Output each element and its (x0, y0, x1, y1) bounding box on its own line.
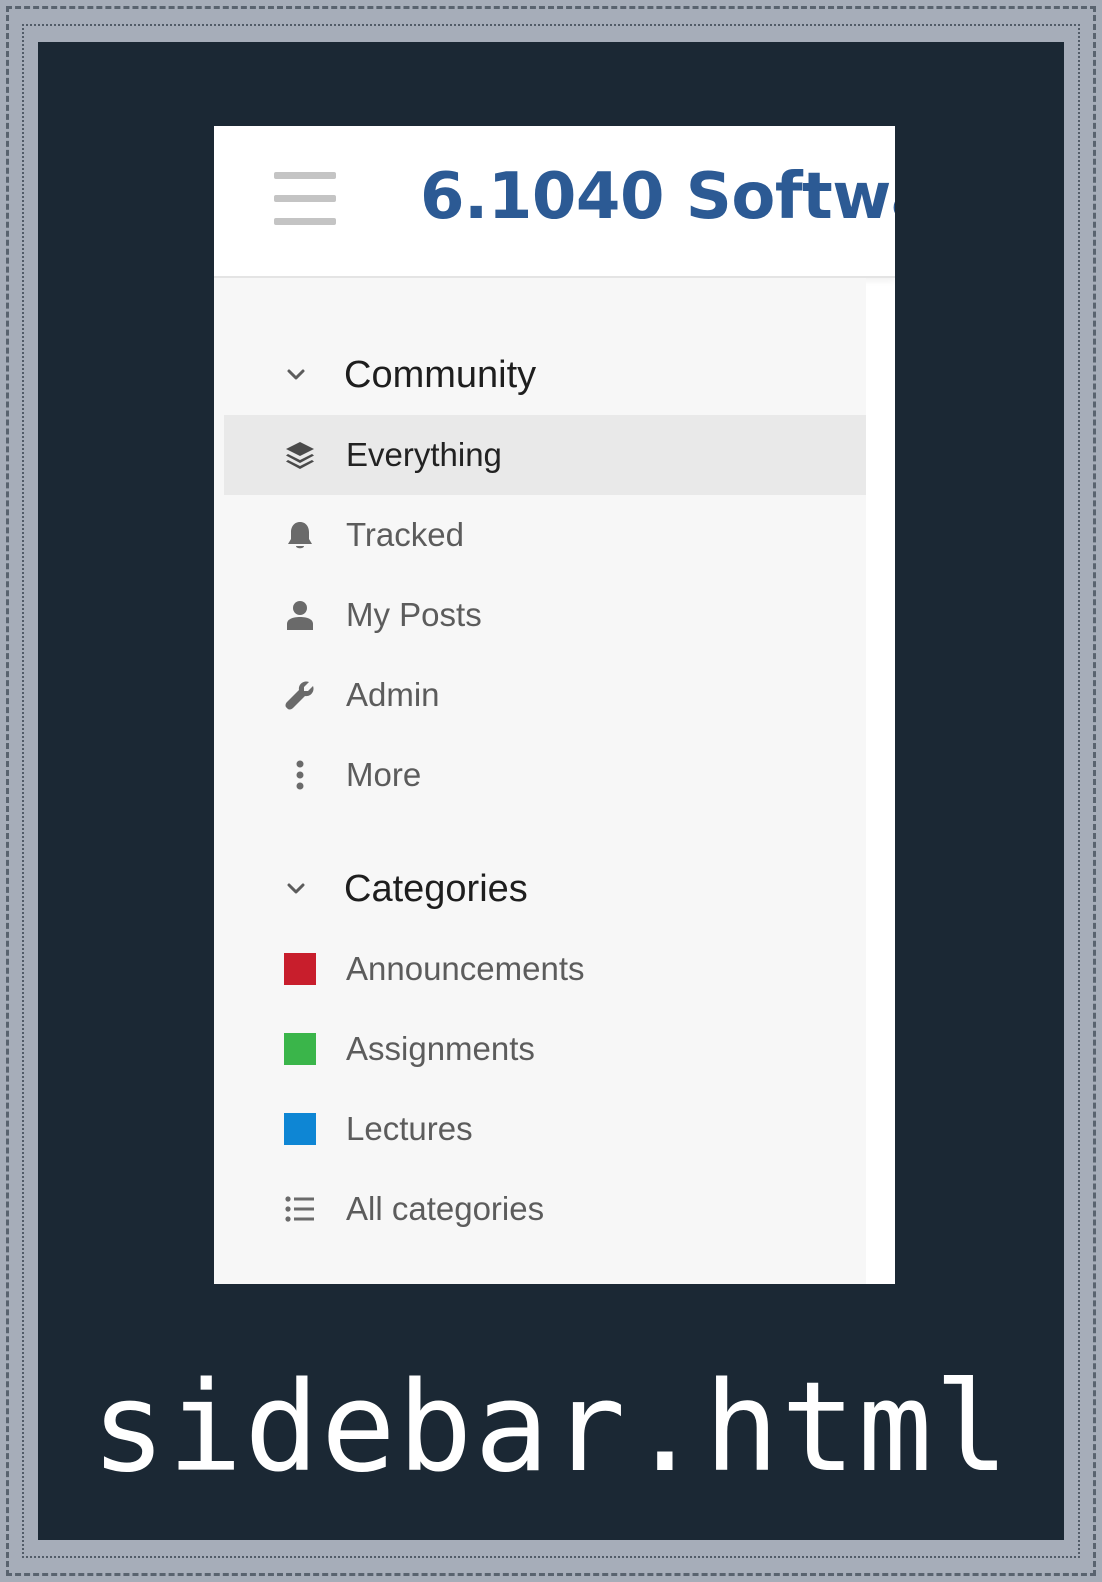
sidebar-item-more[interactable]: More (224, 735, 866, 815)
list-icon (282, 1191, 318, 1227)
community-heading: Community (344, 353, 537, 396)
category-item-assignments[interactable]: Assignments (224, 1009, 866, 1089)
category-item-label: Assignments (346, 1030, 535, 1067)
chevron-down-icon (286, 365, 306, 385)
category-color-swatch (282, 1111, 318, 1147)
vertical-ellipsis-icon (282, 757, 318, 793)
color-swatch (284, 953, 316, 985)
categories-heading: Categories (344, 867, 528, 910)
category-item-label: Announcements (346, 950, 585, 987)
chevron-down-icon (286, 879, 306, 899)
hamburger-icon[interactable] (274, 172, 336, 226)
community-section-toggle[interactable]: Community (286, 351, 536, 399)
bell-icon (282, 517, 318, 553)
user-icon (282, 597, 318, 633)
sidebar-item-label: Everything (346, 436, 502, 473)
category-item-announcements[interactable]: Announcements (224, 929, 866, 1009)
sidebar-item-label: My Posts (346, 596, 482, 633)
categories-section-toggle[interactable]: Categories (286, 865, 528, 913)
sidebar-item-label: More (346, 756, 422, 793)
sidebar-item-admin[interactable]: Admin (224, 655, 866, 735)
file-caption: sidebar.html (91, 1356, 1011, 1500)
category-item-lectures[interactable]: Lectures (224, 1089, 866, 1169)
sidebar-item-label: Tracked (346, 516, 464, 553)
sidebar-item-tracked[interactable]: Tracked (224, 495, 866, 575)
top-bar: 6.1040 Software (214, 126, 895, 278)
color-swatch (284, 1113, 316, 1145)
app-title: 6.1040 Software (420, 160, 895, 234)
category-color-swatch (282, 951, 318, 987)
layers-icon (282, 437, 318, 473)
category-item-label: Lectures (346, 1110, 473, 1147)
sidebar-item-my-posts[interactable]: My Posts (224, 575, 866, 655)
wrench-icon (282, 677, 318, 713)
sidebar-item-everything[interactable]: Everything (224, 415, 866, 495)
app-window: 6.1040 Software Community Ev (214, 126, 895, 1284)
category-item-all-categories[interactable]: All categories (224, 1169, 866, 1249)
category-item-label: All categories (346, 1190, 545, 1227)
color-swatch (284, 1033, 316, 1065)
category-color-swatch (282, 1031, 318, 1067)
sidebar: Community Everything Tracked My Posts Ad… (214, 278, 866, 1284)
sidebar-item-label: Admin (346, 676, 440, 713)
screenshot-frame: 6.1040 Software Community Ev (0, 0, 1102, 1582)
